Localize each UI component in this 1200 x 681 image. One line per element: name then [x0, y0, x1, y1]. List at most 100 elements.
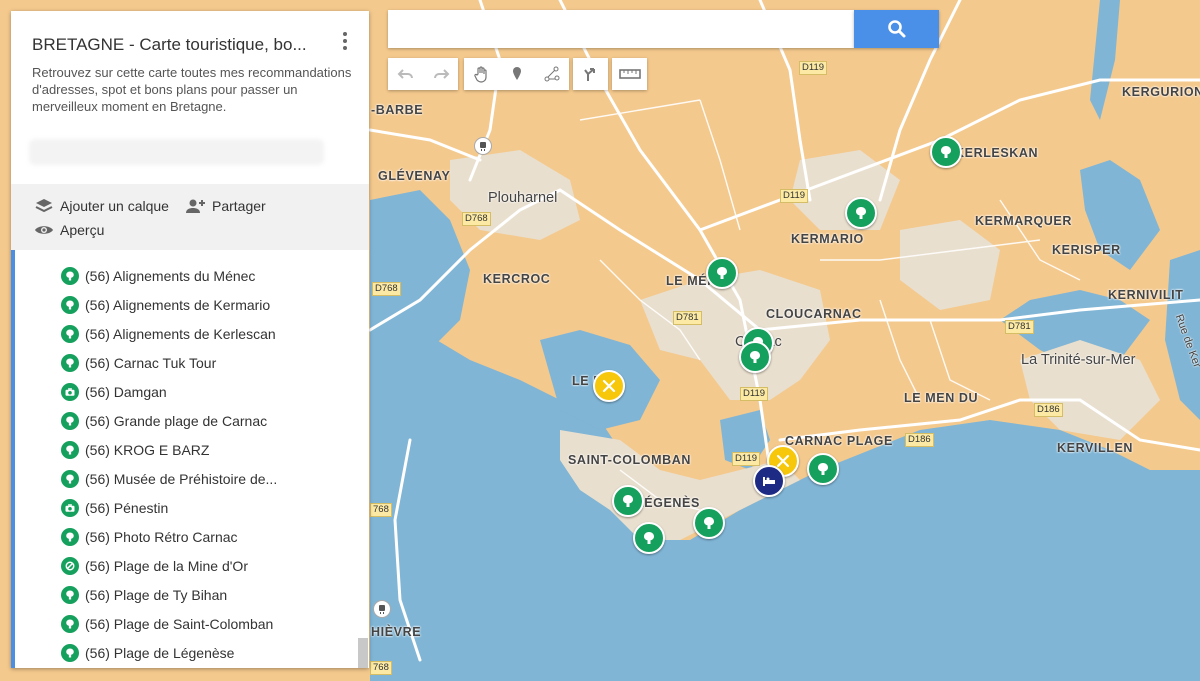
pan-hand-icon [473, 66, 487, 83]
map-pin-tree[interactable] [807, 453, 839, 485]
map-pin-restaurant[interactable] [593, 370, 625, 402]
map-label-kerguron: KERGURION [1122, 85, 1200, 99]
train-station-icon[interactable] [474, 137, 492, 155]
list-item[interactable]: (56) Alignements de Kermario [61, 294, 270, 316]
list-item-label: (56) Plage de la Mine d'Or [85, 558, 248, 574]
map-pin-tree[interactable] [633, 522, 665, 554]
add-marker-button[interactable] [499, 58, 534, 90]
list-item[interactable]: (56) Pénestin [61, 497, 168, 519]
tree-icon [61, 267, 79, 285]
map-pin-tree[interactable] [845, 197, 877, 229]
list-item[interactable]: (56) Plage de Légenèse [61, 642, 234, 664]
road-shield: 768 [370, 503, 392, 517]
list-item[interactable]: (56) Plage de Ty Bihan [61, 584, 227, 606]
tree-icon [61, 470, 79, 488]
eye-icon [35, 226, 53, 234]
list-item-label: (56) Photo Rétro Carnac [85, 529, 238, 545]
add-marker-icon [512, 67, 521, 80]
toolbar-history [388, 58, 458, 90]
map-label-legenes: LÉGENÈS [636, 496, 700, 510]
map-label-kerisper: KERISPER [1052, 243, 1121, 257]
directions-icon [583, 68, 595, 81]
tree-icon [61, 586, 79, 604]
preview-label: Aperçu [60, 222, 105, 238]
map-pin-tree[interactable] [612, 485, 644, 517]
share-label: Partager [212, 198, 266, 214]
no-entry-icon [61, 557, 79, 575]
list-item[interactable]: (56) Damgan [61, 381, 167, 403]
scrollbar-thumb[interactable] [358, 638, 368, 668]
list-item-label: (56) Alignements de Kermario [85, 297, 271, 313]
list-item[interactable]: (56) Musée de Préhistoire de... [61, 468, 277, 490]
map-label-kermario: KERMARIO [791, 232, 864, 246]
measure-button[interactable] [612, 58, 647, 90]
list-item-label: (56) Carnac Tuk Tour [85, 355, 217, 371]
undo-icon [397, 69, 413, 79]
panel-header: BRETAGNE - Carte touristique, bo... Retr… [11, 11, 369, 184]
tree-icon [61, 296, 79, 314]
map-label-le-men-du: LE MEN DU [904, 391, 979, 405]
map-label-kernivilit: KERNIVILIT [1108, 288, 1184, 302]
road-shield: D781 [673, 311, 702, 325]
list-item-label: (56) KROG E BARZ [85, 442, 210, 458]
list-item-label: (56) Pénestin [85, 500, 169, 516]
list-item-label: (56) Grande plage de Carnac [85, 413, 268, 429]
tree-icon [61, 412, 79, 430]
tree-icon [61, 441, 79, 459]
map-pin-tree[interactable] [739, 341, 771, 373]
list-item[interactable]: (56) Alignements de Kerlescan [61, 323, 276, 345]
road-shield: D119 [740, 387, 769, 401]
toolbar-tools [464, 58, 569, 90]
train-station-icon[interactable] [373, 600, 391, 618]
search-button[interactable] [854, 10, 939, 48]
list-item-label: (56) Plage de Saint-Colomban [85, 616, 274, 632]
map-pin-tree[interactable] [706, 257, 738, 289]
list-item[interactable]: (56) KROG E BARZ [61, 439, 209, 461]
redo-icon [433, 69, 449, 79]
draw-line-icon [544, 66, 559, 82]
road-shield: D186 [905, 433, 934, 447]
pan-button[interactable] [464, 58, 499, 90]
add-layer-button[interactable]: Ajouter un calque [34, 197, 169, 215]
town-label-plouharnel: Plouharnel [488, 190, 558, 206]
tree-icon [61, 354, 79, 372]
share-button[interactable]: Partager [184, 197, 266, 215]
road-shield: D119 [732, 452, 761, 466]
map-description[interactable]: Retrouvez sur cette carte toutes mes rec… [32, 64, 352, 115]
road-shield: D119 [780, 189, 809, 203]
places-list: (56) Alignements du Ménec (56) Alignement… [11, 250, 369, 668]
toolbar-directions [573, 58, 608, 90]
toolbar-measure [612, 58, 647, 90]
map-label-barbe: -BARBE [371, 103, 424, 117]
tree-icon [61, 528, 79, 546]
map-label-kerlescan: KERLESKAN [955, 146, 1039, 160]
search-input[interactable] [388, 10, 854, 48]
map-label-kercroc: KERCROC [483, 272, 551, 286]
measure-ruler-icon [618, 69, 641, 79]
map-pin-hotel[interactable] [753, 465, 785, 497]
preview-button[interactable]: Aperçu [34, 222, 104, 238]
blurred-info [29, 139, 324, 165]
map-label-glevenay: GLÉVENAY [378, 169, 451, 183]
draw-line-button[interactable] [534, 58, 569, 90]
road-shield: D119 [799, 61, 828, 75]
list-item-label: (56) Musée de Préhistoire de... [85, 471, 278, 487]
list-item-label: (56) Alignements du Ménec [85, 268, 256, 284]
list-item[interactable]: (56) Alignements du Ménec [61, 265, 255, 287]
tree-icon [61, 325, 79, 343]
directions-button[interactable] [573, 58, 608, 90]
map-pin-tree[interactable] [693, 507, 725, 539]
map-title[interactable]: BRETAGNE - Carte touristique, bo... [32, 35, 307, 55]
list-item[interactable]: (56) Grande plage de Carnac [61, 410, 267, 432]
tree-icon [61, 615, 79, 633]
list-item-label: (56) Damgan [85, 384, 167, 400]
map-pin-tree[interactable] [930, 136, 962, 168]
redo-button[interactable] [423, 58, 458, 90]
list-item[interactable]: (56) Plage de la Mine d'Or [61, 555, 248, 577]
list-item[interactable]: (56) Carnac Tuk Tour [61, 352, 216, 374]
road-shield: D186 [1034, 403, 1063, 417]
undo-button[interactable] [388, 58, 423, 90]
list-item[interactable]: (56) Photo Rétro Carnac [61, 526, 238, 548]
more-options-icon[interactable] [335, 30, 355, 54]
list-item[interactable]: (56) Plage de Saint-Colomban [61, 613, 273, 635]
